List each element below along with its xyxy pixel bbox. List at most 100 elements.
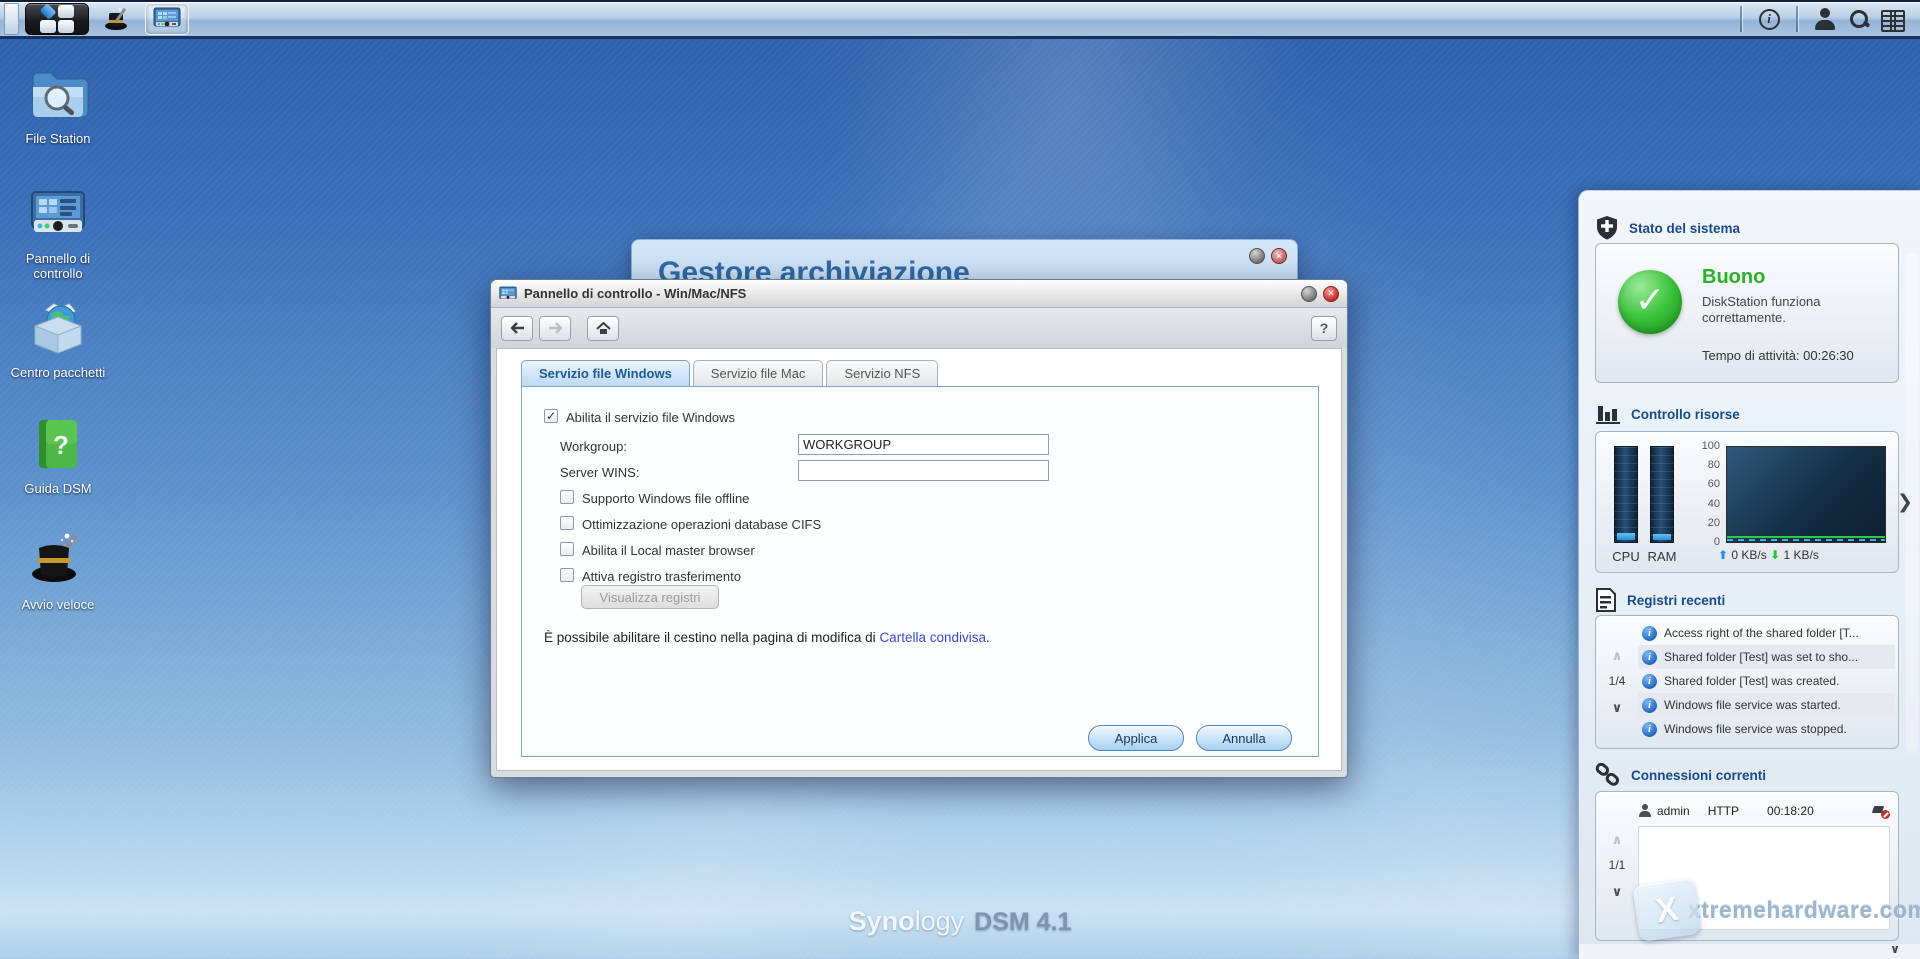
- dialog-title: Pannello di controllo - Win/Mac/NFS: [524, 286, 747, 301]
- log-entry: i Windows file service was started.: [1638, 693, 1895, 717]
- transfer-log-checkbox[interactable]: [560, 568, 574, 582]
- cpu-label: CPU: [1612, 549, 1640, 564]
- enable-windows-file-service-label: Abilita il servizio file Windows: [566, 410, 736, 425]
- connections-page-up-icon[interactable]: ∧: [1596, 832, 1638, 848]
- open-resource-monitor-chevron[interactable]: ❯: [1897, 491, 1913, 514]
- show-desktop-button[interactable]: [4, 3, 19, 35]
- home-icon: [595, 321, 611, 334]
- watermark: X xtremehardware.com: [1632, 877, 1920, 943]
- local-master-browser-label: Abilita il Local master browser: [582, 543, 755, 558]
- help-book-icon: ?: [26, 412, 90, 476]
- info-icon: i: [1642, 649, 1657, 665]
- network-chart-axis: 100 80 60 40 20 0: [1701, 440, 1720, 548]
- log-entry: i Shared folder [Test] was created.: [1638, 669, 1895, 693]
- recent-logs-widget: ∧ 1/4 ∨ i Access right of the shared fold…: [1595, 615, 1899, 749]
- taskbar-control-panel-button[interactable]: [145, 3, 189, 35]
- system-info-button[interactable]: i: [1752, 4, 1786, 34]
- taskbar-quick-start-button[interactable]: [95, 3, 139, 35]
- recycle-bin-note: È possibile abilitare il cestino nella p…: [544, 630, 990, 645]
- logs-pager: ∧ 1/4 ∨: [1596, 616, 1638, 748]
- status-good-icon: [1618, 270, 1682, 334]
- user-menu-button[interactable]: [1808, 4, 1842, 34]
- dialog-title-bar[interactable]: Pannello di controllo - Win/Mac/NFS: [491, 280, 1347, 308]
- close-icon[interactable]: [1323, 285, 1339, 302]
- user-icon: [1814, 8, 1836, 30]
- resource-monitor-header: Controllo risorse: [1595, 403, 1740, 425]
- offline-files-checkbox[interactable]: [560, 490, 574, 504]
- minimize-button[interactable]: [1301, 285, 1317, 302]
- cancel-button[interactable]: Annulla: [1196, 725, 1292, 751]
- log-entry: i Shared folder [Test] was set to sho...: [1638, 645, 1895, 669]
- control-panel-icon: [153, 7, 181, 31]
- workgroup-input[interactable]: [798, 434, 1049, 455]
- logs-page-down-icon[interactable]: ∨: [1596, 700, 1638, 716]
- watermark-text: xtremehardware.com: [1688, 896, 1920, 923]
- log-document-icon: [1595, 587, 1617, 613]
- desktop-icon-file-station[interactable]: File Station: [8, 62, 108, 146]
- panel-collapse-chevron[interactable]: ∨: [1878, 943, 1912, 957]
- close-icon[interactable]: [1271, 248, 1287, 264]
- cifs-optimization-checkbox[interactable]: [560, 516, 574, 530]
- connection-user: admin: [1657, 804, 1690, 818]
- server-wins-label: Server WINS:: [560, 465, 640, 480]
- desktop-icon-control-panel[interactable]: Pannello di controllo: [8, 182, 108, 281]
- download-arrow-icon: ⬇: [1770, 548, 1781, 562]
- info-icon: i: [1758, 8, 1780, 30]
- network-usage-chart: [1726, 446, 1886, 543]
- bar-chart-icon: [1595, 403, 1621, 425]
- pilot-view-icon: [1881, 9, 1905, 32]
- log-entry: i Windows file service was stopped.: [1638, 717, 1895, 741]
- main-menu-square-icon: [58, 5, 74, 18]
- view-logs-button[interactable]: Visualizza registri: [581, 585, 719, 609]
- shared-folder-link[interactable]: Cartella condivisa: [879, 630, 986, 645]
- desktop-icon-label: Centro pacchetti: [10, 365, 106, 380]
- pilot-view-button[interactable]: [1876, 4, 1910, 34]
- taskbar-separator: [1740, 6, 1742, 32]
- home-button[interactable]: [587, 315, 619, 341]
- desktop-icon-package-center[interactable]: Centro pacchetti: [8, 296, 108, 380]
- magic-hat-icon: [103, 5, 131, 33]
- desktop-icon-label: File Station: [25, 131, 91, 146]
- connections-page-number: 1/1: [1608, 858, 1626, 872]
- tab-windows-file-service[interactable]: Servizio file Windows: [521, 360, 690, 386]
- connection-time: 00:18:20: [1767, 804, 1814, 818]
- widget-panel: Stato del sistema Buono DiskStation funz…: [1578, 190, 1920, 959]
- shield-icon: [1595, 215, 1619, 241]
- minimize-button[interactable]: [1249, 248, 1265, 264]
- chain-link-icon: [1595, 763, 1621, 787]
- logs-page-up-icon[interactable]: ∧: [1596, 648, 1638, 664]
- dialog-toolbar: ?: [491, 308, 1347, 348]
- cpu-gauge: [1614, 446, 1638, 543]
- panel-bottom-strip: [1579, 944, 1920, 959]
- cifs-optimization-label: Ottimizzazione operazioni database CIFS: [582, 517, 822, 532]
- main-menu-square-icon: [58, 20, 74, 33]
- resource-monitor-widget: CPU RAM 100 80 60 40 20 0 ⬆ 0 KB/s ⬇ 1 K…: [1595, 431, 1899, 573]
- apply-button[interactable]: Applica: [1088, 725, 1184, 751]
- help-button[interactable]: ?: [1311, 315, 1337, 341]
- back-button[interactable]: [501, 315, 533, 341]
- main-menu-button[interactable]: [25, 3, 89, 35]
- upload-series-line: [1727, 539, 1885, 541]
- kick-connection-icon[interactable]: [1872, 803, 1890, 819]
- local-master-browser-checkbox[interactable]: [560, 542, 574, 556]
- search-button[interactable]: [1842, 4, 1876, 34]
- control-panel-icon: [499, 286, 517, 302]
- connections-pager: ∧ 1/1 ∨: [1596, 792, 1638, 940]
- forward-button[interactable]: [539, 315, 571, 341]
- package-center-icon: [26, 296, 90, 360]
- dsm-brand-logo: Synology DSM 4.1: [848, 906, 1072, 936]
- connection-protocol: HTTP: [1707, 804, 1740, 818]
- desktop-icon-dsm-help[interactable]: ? Guida DSM: [8, 412, 108, 496]
- system-status-value: Buono: [1702, 266, 1766, 288]
- tab-nfs-service[interactable]: Servizio NFS: [826, 360, 939, 386]
- window-control-panel-win-mac-nfs: Pannello di controllo - Win/Mac/NFS ? Se…: [490, 279, 1348, 778]
- desktop-icon-quick-start[interactable]: Avvio veloce: [8, 528, 108, 612]
- connections-page-down-icon[interactable]: ∨: [1596, 884, 1638, 900]
- system-status-widget: Buono DiskStation funziona correttamente…: [1595, 243, 1899, 383]
- server-wins-input[interactable]: [798, 460, 1049, 481]
- enable-windows-file-service-checkbox[interactable]: ✓: [544, 409, 558, 423]
- back-arrow-icon: [509, 322, 524, 334]
- current-connections-header: Connessioni correnti: [1595, 763, 1766, 787]
- tab-mac-file-service[interactable]: Servizio file Mac: [692, 360, 824, 386]
- desktop-icon-label: Avvio veloce: [21, 597, 95, 612]
